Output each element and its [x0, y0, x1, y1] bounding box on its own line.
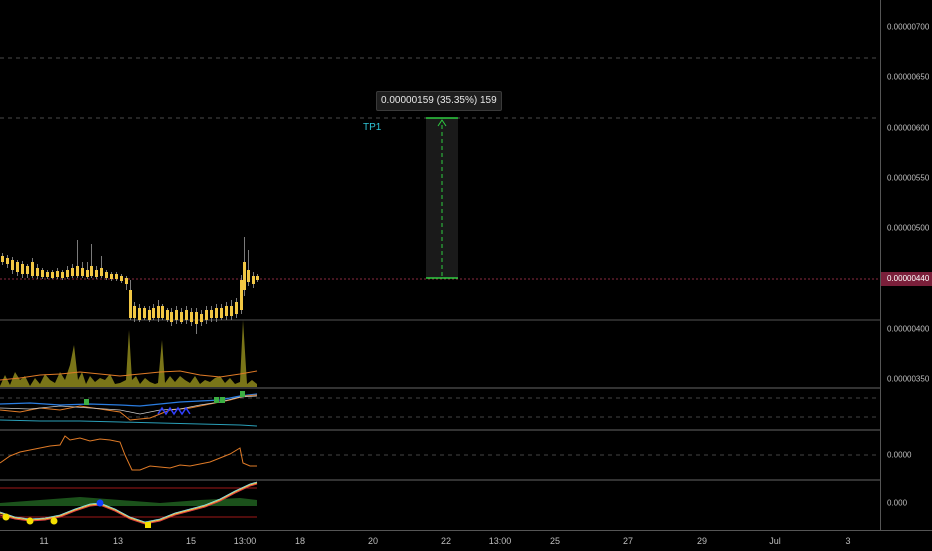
candle-body	[161, 306, 164, 318]
price-tick: 0.00000650	[887, 72, 930, 82]
time-label: 15	[185, 536, 197, 546]
candle-body	[56, 271, 59, 277]
time-label: 25	[549, 536, 561, 546]
chart-canvas[interactable]	[0, 0, 932, 530]
candle-body	[115, 274, 118, 279]
candle-body	[243, 262, 246, 290]
price-tick: 0.00000350	[887, 374, 930, 384]
price-axis[interactable]: 0.00000700 0.00000650 0.00000600 0.00000…	[880, 0, 932, 530]
candle-body	[66, 270, 69, 277]
osc1-marker-green	[220, 397, 225, 403]
candle-body	[252, 276, 255, 284]
candle-body	[205, 310, 208, 320]
candle-body	[148, 310, 151, 320]
osc1-marker-green	[240, 391, 245, 397]
candle-body	[175, 310, 178, 320]
candle-body	[180, 312, 183, 322]
candle-body	[6, 258, 9, 264]
candle-body	[31, 262, 34, 276]
price-tick: 0.00000400	[887, 324, 930, 334]
candle-body	[210, 310, 213, 318]
candle-body	[170, 312, 173, 322]
measure-label[interactable]: 0.00000159 (35.35%) 159	[376, 91, 502, 111]
candle-body	[247, 270, 250, 282]
candle-body	[195, 312, 198, 324]
candle-body	[21, 264, 24, 274]
candle-body	[51, 272, 54, 278]
time-label: 13	[112, 536, 124, 546]
candle-body	[133, 306, 136, 318]
candle-body	[152, 308, 155, 318]
osc3-marker-yellow	[50, 517, 58, 525]
osc2-tick: 0.000	[887, 498, 908, 508]
candle-body	[129, 290, 132, 318]
time-label: 29	[696, 536, 708, 546]
candle-body	[120, 276, 123, 281]
time-label: 22	[440, 536, 452, 546]
candle-body	[215, 308, 218, 318]
osc1-line-cyan	[0, 419, 258, 427]
osc2-line-orange	[0, 435, 257, 471]
candle-body	[46, 272, 49, 277]
price-tick: 0.00000600	[887, 123, 930, 133]
candle-body	[16, 262, 19, 272]
candle-body	[225, 306, 228, 316]
candle-body	[143, 308, 146, 318]
price-tick: 0.00000500	[887, 223, 930, 233]
time-label: 13:00	[233, 536, 257, 546]
candle-body	[256, 276, 259, 280]
candles-group[interactable]	[1, 237, 259, 334]
candle-body	[100, 268, 103, 276]
chart-area[interactable]: 0.00000159 (35.35%) 159 TP1	[0, 0, 932, 550]
candle-body	[105, 272, 108, 278]
time-label: 20	[367, 536, 379, 546]
candle-body	[90, 266, 93, 276]
candle-body	[95, 270, 98, 277]
candle-body	[61, 272, 64, 278]
candle-body	[125, 278, 128, 284]
candle-body	[86, 270, 89, 277]
candle-body	[11, 260, 14, 270]
candle-body	[81, 268, 84, 276]
candle-body	[76, 266, 79, 276]
candle-body	[240, 280, 243, 310]
candle-body	[138, 308, 141, 320]
osc3-marker-yellow	[2, 513, 10, 521]
candle-body	[1, 256, 4, 262]
candle-body	[190, 312, 193, 322]
osc3-marker-blue	[96, 499, 104, 507]
osc1-marker-green	[214, 397, 219, 403]
osc3-marker-yellow	[145, 522, 151, 528]
time-label: 11	[39, 536, 49, 546]
candle-body	[166, 310, 169, 320]
candle-body	[36, 268, 39, 276]
time-label: 27	[622, 536, 634, 546]
tp1-label[interactable]: TP1	[363, 122, 381, 133]
time-label: 3	[845, 536, 851, 546]
candle-body	[230, 306, 233, 316]
current-price-badge: 0.00000440	[881, 272, 932, 286]
candle-body	[26, 266, 29, 274]
candle-body	[71, 268, 74, 276]
time-label: 18	[294, 536, 306, 546]
osc1-marker-green	[84, 399, 89, 405]
candle-body	[41, 270, 44, 277]
osc3-marker-yellow	[26, 517, 34, 525]
candle-body	[235, 302, 238, 314]
candle-body	[185, 310, 188, 320]
price-tick: 0.00000700	[887, 22, 930, 32]
time-label: Jul	[769, 536, 781, 546]
price-tick: 0.00000550	[887, 173, 930, 183]
candle-body	[110, 274, 113, 279]
osc1-tick: 0.0000	[887, 450, 912, 460]
candle-body	[157, 306, 160, 318]
candle-body	[200, 314, 203, 322]
time-label: 13:00	[488, 536, 512, 546]
candle-body	[220, 308, 223, 318]
time-axis[interactable]: 11 13 15 13:00 18 20 22 13:00 25 27 29 J…	[0, 530, 932, 551]
